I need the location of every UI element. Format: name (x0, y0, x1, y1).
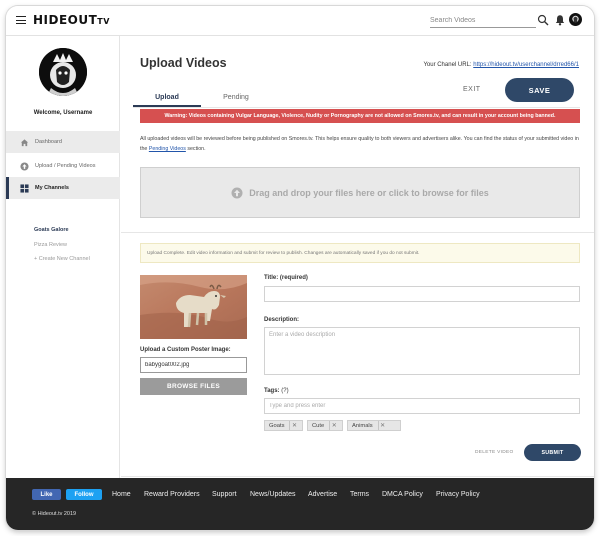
channel-url-label: Your Chanel URL: (423, 62, 472, 68)
search-icon[interactable] (537, 14, 549, 26)
exit-button[interactable]: EXIT (463, 86, 481, 93)
copyright-text: © Hideout.tv 2019 (32, 511, 77, 517)
remove-tag-icon[interactable]: ✕ (377, 421, 387, 430)
poster-label: Upload a Custom Poster Image: (140, 347, 231, 353)
footer-link-news-updates[interactable]: News/Updates (250, 491, 296, 498)
upload-complete-notice: Upload Complete. Edit video information … (140, 243, 580, 263)
submit-button[interactable]: SUBMIT (524, 444, 581, 461)
footer-link-terms[interactable]: Terms (350, 491, 369, 498)
description-label: Description: (264, 317, 300, 323)
video-thumbnail (140, 275, 247, 339)
grid-icon (20, 183, 29, 193)
sidebar-item-my-channels[interactable]: My Channels (6, 177, 120, 199)
tags-input[interactable] (264, 398, 580, 414)
channel-url-line: Your Chanel URL: https://hideout.tv/user… (423, 62, 579, 68)
app-window: HIDEOUTTV Search Videos Welcome, Usernam… (6, 6, 594, 530)
logo-suffix: TV (97, 17, 110, 26)
page-title: Upload Videos (140, 56, 227, 70)
tab-divider (133, 107, 580, 108)
tag-chip: Goats ✕ (264, 420, 303, 431)
channel-link-goats-galore[interactable]: Goats Galore (34, 227, 69, 233)
top-bar: HIDEOUTTV (6, 6, 594, 36)
bottom-divider (121, 476, 594, 477)
footer-link-home[interactable]: Home (112, 491, 131, 498)
review-text-end: section. (185, 146, 206, 153)
tag-chip: Cute ✕ (307, 420, 343, 431)
tags-label: Tags: (?) (264, 388, 289, 394)
review-notice: All uploaded videos will be reviewed bef… (140, 134, 580, 154)
tag-label: Goats (269, 422, 285, 429)
dropzone-text: Drag and drop your files here or click t… (249, 187, 489, 198)
facebook-like-button[interactable]: Like (32, 489, 61, 500)
poster-filename-field[interactable] (140, 357, 247, 373)
tag-label: Cute (312, 422, 325, 429)
search-input[interactable] (430, 14, 536, 28)
upload-arrow-icon (231, 187, 243, 198)
footer-link-dmca-policy[interactable]: DMCA Policy (382, 491, 423, 498)
description-field[interactable] (264, 327, 580, 375)
tab-pending[interactable]: Pending (211, 94, 261, 101)
browse-files-button[interactable]: BROWSE FILES (140, 378, 247, 395)
warning-banner: Warning: Videos containing Vulgar Langua… (140, 109, 580, 123)
profile-avatar[interactable] (39, 48, 87, 96)
pending-videos-link[interactable]: Pending Videos (149, 146, 186, 152)
footer-link-privacy-policy[interactable]: Privacy Policy (436, 491, 480, 498)
file-dropzone[interactable]: Drag and drop your files here or click t… (140, 167, 580, 218)
twitter-follow-button[interactable]: Follow (66, 489, 102, 500)
tag-chip: Animals ✕ (347, 420, 401, 431)
sidebar-item-dashboard[interactable]: Dashboard (6, 131, 120, 153)
logo-text: HIDEOUT (33, 13, 98, 27)
create-channel-link[interactable]: + Create New Channel (34, 256, 90, 262)
bell-icon[interactable] (554, 14, 566, 26)
footer-link-advertise[interactable]: Advertise (308, 491, 337, 498)
channel-link-pizza-review[interactable]: Pizza Review (34, 242, 67, 248)
sidebar-item-label: My Channels (35, 185, 69, 191)
follow-label: Follow (74, 491, 94, 498)
sidebar-item-upload[interactable]: Upload / Pending Videos (6, 155, 120, 177)
save-button[interactable]: SAVE (505, 78, 574, 102)
sidebar-item-label: Upload / Pending Videos (35, 163, 96, 169)
remove-tag-icon[interactable]: ✕ (289, 421, 298, 430)
sidebar: Welcome, Username Dashboard Upload / Pen… (6, 36, 120, 478)
title-label: Title: (required) (264, 275, 308, 281)
section-divider (121, 232, 594, 233)
welcome-text: Welcome, Username (33, 110, 93, 116)
upload-icon (20, 161, 29, 171)
delete-video-button[interactable]: DELETE VIDEO (475, 450, 514, 455)
title-field[interactable] (264, 286, 580, 302)
menu-icon[interactable] (16, 16, 26, 24)
footer: Like Follow Home Reward Providers Suppor… (6, 478, 594, 530)
footer-link-support[interactable]: Support (212, 491, 237, 498)
sidebar-item-label: Dashboard (35, 139, 62, 145)
footer-link-reward-providers[interactable]: Reward Providers (144, 491, 200, 498)
tab-upload[interactable]: Upload (133, 94, 201, 101)
remove-tag-icon[interactable]: ✕ (329, 421, 338, 430)
tags-label-text: Tags: (264, 388, 280, 394)
like-label: Like (40, 491, 53, 498)
main-content: Upload Videos Your Chanel URL: https://h… (121, 36, 594, 478)
logo[interactable]: HIDEOUTTV (33, 13, 110, 27)
avatar[interactable] (569, 13, 582, 26)
home-icon (20, 138, 29, 146)
tag-label: Animals (352, 422, 373, 429)
tags-help-icon[interactable]: (?) (281, 388, 288, 394)
review-text: All uploaded videos will be reviewed bef… (140, 136, 579, 153)
channel-url-link[interactable]: https://hideout.tv/userchannel/drred66/1 (473, 62, 579, 68)
